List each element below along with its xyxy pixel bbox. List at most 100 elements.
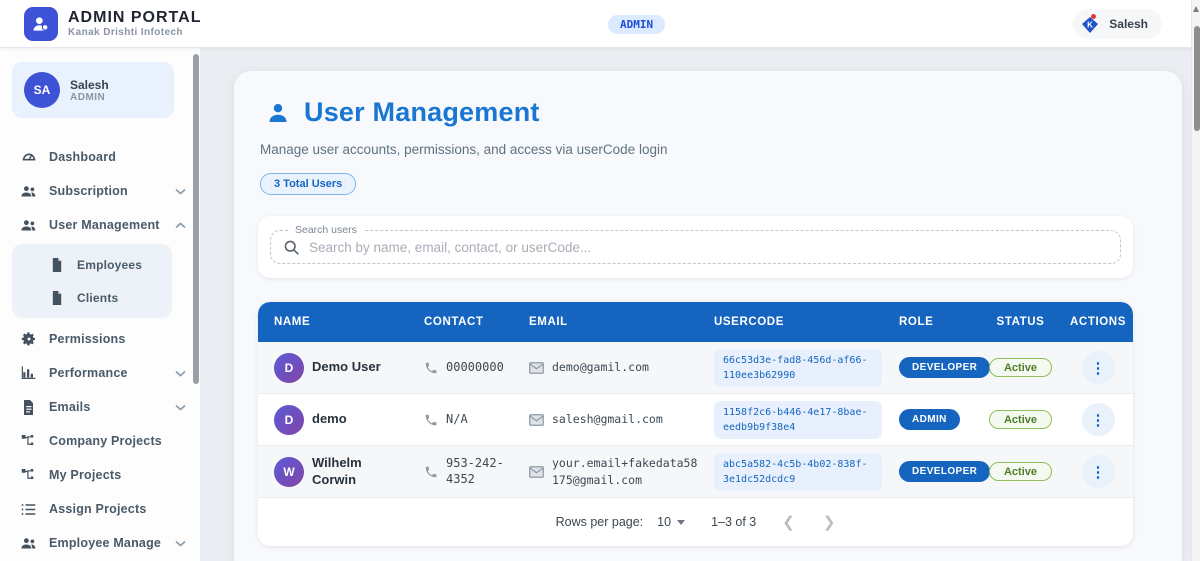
pagination-range: 1–3 of 3: [711, 515, 756, 529]
sidebar-item-my-projects[interactable]: My Projects: [0, 458, 200, 492]
usercode-chip: 1158f2c6-b446-4e17-8bae-eedb9b9f38e4: [714, 401, 882, 439]
search-card: Search users: [258, 216, 1133, 278]
user-name: demo: [312, 411, 347, 427]
status-badge: Active: [989, 358, 1052, 377]
users-icon: [20, 183, 37, 200]
column-header-name: NAME: [258, 316, 408, 328]
sidebar-item-employee-manage[interactable]: Employee Manage: [0, 526, 200, 560]
user-email: demo@gamil.com: [552, 359, 649, 375]
search-field[interactable]: Search users: [270, 230, 1121, 264]
sidebar-item-label: My Projects: [49, 468, 121, 482]
file-icon: [48, 289, 65, 306]
sidebar-item-label: Company Projects: [49, 434, 162, 448]
row-actions-button[interactable]: ⋮: [1082, 351, 1115, 384]
sidebar-item-label: Emails: [49, 400, 91, 414]
sidebar-item-label: Employee Manage: [49, 536, 161, 550]
column-header-email: EMAIL: [513, 316, 698, 328]
bar-chart-icon: [20, 365, 37, 382]
sidebar-item-performance[interactable]: Performance: [0, 356, 200, 390]
sidebar-item-label: Permissions: [49, 332, 126, 346]
svg-text:K: K: [1087, 20, 1093, 29]
sidebar-item-label: Clients: [77, 291, 118, 305]
next-page-button[interactable]: ❯: [823, 513, 836, 531]
email-icon: [529, 414, 544, 426]
page-scrollbar[interactable]: [1191, 0, 1200, 561]
user-management-card: User Management Manage user accounts, pe…: [233, 70, 1183, 561]
sidebar-item-dashboard[interactable]: Dashboard: [0, 140, 200, 174]
person-icon: [266, 101, 290, 125]
header-user-menu[interactable]: K Salesh: [1073, 9, 1162, 39]
users-icon: [20, 535, 37, 552]
user-contact: N/A: [446, 412, 468, 428]
sidebar-item-emails[interactable]: Emails: [0, 390, 200, 424]
status-badge: Active: [989, 462, 1052, 481]
table-row: D Demo User 00000000 demo@gamil.com 66c5…: [258, 342, 1133, 394]
scroll-up-arrow-icon[interactable]: [1193, 6, 1199, 12]
status-badge: Active: [989, 410, 1052, 429]
sidebar-submenu-user-management: Employees Clients: [12, 244, 172, 318]
user-name: Wilhelm Corwin: [312, 455, 396, 488]
email-icon: [529, 466, 544, 478]
user-gem-icon: K: [1081, 13, 1101, 35]
sidebar-item-subscription[interactable]: Subscription: [0, 174, 200, 208]
app-subtitle: Kanak Drishti Infotech: [68, 27, 201, 38]
list-icon: [20, 501, 37, 518]
column-header-usercode: USERCODE: [698, 316, 883, 328]
chevron-down-icon: [175, 188, 186, 195]
chevron-down-icon: [175, 370, 186, 377]
sidebar-item-label: Assign Projects: [49, 502, 146, 516]
env-badge: ADMIN: [608, 15, 665, 34]
sidebar-item-user-management[interactable]: User Management: [0, 208, 200, 242]
header-user-name: Salesh: [1109, 17, 1148, 31]
rows-per-page-value: 10: [657, 515, 671, 529]
usercode-chip: abc5a582-4c5b-4b02-838f-3e1dc52dcdc9: [714, 453, 882, 491]
sidebar-scrollbar-thumb[interactable]: [193, 54, 199, 384]
page-subtitle: Manage user accounts, permissions, and a…: [260, 142, 1158, 157]
hierarchy-icon: [20, 467, 37, 484]
rows-per-page-label: Rows per page:: [556, 515, 644, 529]
sidebar-item-permissions[interactable]: Permissions: [0, 322, 200, 356]
role-badge: ADMIN: [899, 409, 960, 430]
table-row: D demo N/A salesh@gmail.com 1158f2c6-b44…: [258, 394, 1133, 446]
total-users-chip: 3 Total Users: [260, 173, 356, 195]
sidebar-nav: Dashboard Subscription User Management E…: [0, 136, 200, 561]
sidebar-item-label: Performance: [49, 366, 128, 380]
email-icon: [529, 362, 544, 374]
previous-page-button[interactable]: ❮: [782, 513, 795, 531]
caret-down-icon: [677, 520, 685, 525]
column-header-contact: CONTACT: [408, 316, 513, 328]
row-actions-button[interactable]: ⋮: [1082, 403, 1115, 436]
file-icon: [48, 256, 65, 273]
sidebar-item-label: User Management: [49, 218, 160, 232]
table-pagination: Rows per page: 10 1–3 of 3 ❮ ❯: [258, 498, 1133, 546]
sidebar-item-company-projects[interactable]: Company Projects: [0, 424, 200, 458]
sidebar-profile-card[interactable]: SA Salesh ADMIN: [12, 62, 174, 118]
document-icon: [20, 399, 37, 416]
profile-role: ADMIN: [70, 92, 109, 103]
chevron-down-icon: [175, 404, 186, 411]
main-content: User Management Manage user accounts, pe…: [201, 48, 1191, 561]
rows-per-page-select[interactable]: 10: [657, 515, 685, 529]
page-title: User Management: [304, 97, 540, 128]
role-badge: DEVELOPER: [899, 461, 990, 482]
users-icon: [20, 217, 37, 234]
phone-icon: [424, 361, 438, 375]
sidebar-item-label: Dashboard: [49, 150, 116, 164]
table-header-row: NAME CONTACT EMAIL USERCODE ROLE STATUS …: [258, 302, 1133, 342]
column-header-actions: ACTIONS: [1063, 316, 1133, 328]
sidebar-item-assign-projects[interactable]: Assign Projects: [0, 492, 200, 526]
sidebar: SA Salesh ADMIN Dashboard Subscription U…: [0, 48, 201, 561]
sidebar-item-employees[interactable]: Employees: [12, 248, 172, 281]
page-scrollbar-thumb[interactable]: [1194, 26, 1200, 131]
sidebar-item-clients[interactable]: Clients: [12, 281, 172, 314]
table-row: W Wilhelm Corwin 953-242-4352 your.email…: [258, 446, 1133, 498]
phone-icon: [424, 465, 438, 479]
user-contact: 00000000: [446, 360, 504, 376]
user-contact: 953-242-4352: [446, 456, 508, 487]
search-input[interactable]: [309, 240, 1108, 255]
avatar: D: [274, 405, 304, 435]
sidebar-item-label: Subscription: [49, 184, 128, 198]
chevron-down-icon: [175, 540, 186, 547]
row-actions-button[interactable]: ⋮: [1082, 455, 1115, 488]
search-field-label: Search users: [289, 224, 363, 236]
